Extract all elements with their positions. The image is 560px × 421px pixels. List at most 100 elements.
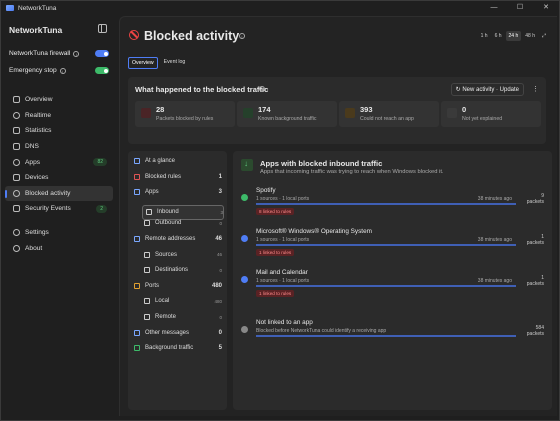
linked-rules-tag[interactable]: 1 linked to rules [256, 249, 295, 256]
sidebar-item-overview[interactable]: Overview [5, 92, 113, 108]
sidebar-item-settings[interactable]: Settings [5, 225, 113, 241]
category-count: 3 [220, 209, 223, 215]
range-6h[interactable]: 6 h [492, 31, 505, 41]
linked-rules-tag[interactable]: 1 linked to rules [256, 290, 295, 297]
nav-label: Statistics [25, 127, 52, 135]
linked-rules-tag[interactable]: 8 linked to rules [256, 208, 295, 215]
category-icon [144, 314, 150, 320]
estop-toggle[interactable] [95, 67, 109, 74]
category-list: At a glance Blocked rules 1 Apps 3 Inbound 3 Ou… [128, 151, 227, 410]
firewall-toggle[interactable] [95, 50, 109, 57]
firewall-row: NetworkTuna firewall i [9, 50, 109, 57]
packet-count: 1 packets [527, 275, 544, 287]
chart-icon [13, 127, 20, 135]
sidebar-item-blocked-activity[interactable]: Blocked activity [5, 185, 113, 202]
category-label: Inbound [157, 209, 179, 216]
category-item[interactable]: At a glance [134, 158, 222, 164]
range-48h[interactable]: 48 h [522, 31, 538, 41]
info-icon[interactable]: i [73, 50, 80, 57]
category-item[interactable]: Local 480 [144, 298, 222, 305]
app-name: Mail and Calendar [256, 269, 308, 276]
shield-icon [13, 205, 20, 213]
packet-count: 1 packets [527, 234, 544, 246]
app-row[interactable]: Not linked to an app Blocked before Netwo… [241, 317, 544, 357]
category-label: Remote [155, 314, 177, 320]
info-icon[interactable]: i [259, 86, 265, 92]
sidebar-item-security-events[interactable]: Security Events 2 [5, 201, 113, 217]
category-count: 46 [215, 236, 222, 242]
info-icon[interactable]: i [239, 33, 245, 39]
category-item[interactable]: Destinations 0 [144, 267, 222, 274]
category-label: Other messages [145, 329, 190, 336]
stat-label: Not yet explained [462, 116, 503, 122]
minimize-button[interactable]: — [481, 1, 507, 15]
summary-card: What happened to the blocked traffic i ↻… [128, 77, 546, 144]
category-count: 5 [218, 345, 222, 352]
stat-card: 174 Known background traffic [237, 101, 337, 127]
info-icon[interactable]: i [59, 67, 66, 74]
app-meta: 1 sources · 1 local ports [256, 237, 310, 243]
category-icon [134, 173, 140, 180]
tab-overview[interactable]: Overview [128, 57, 158, 69]
page-title: Blocked activity [144, 29, 240, 43]
sidebar-item-apps[interactable]: Apps 82 [5, 154, 113, 170]
category-item[interactable]: Inbound 3 [142, 204, 224, 220]
category-icon [144, 298, 150, 305]
app-time: 38 minutes ago [477, 196, 512, 202]
background-traffic-icon [243, 108, 253, 118]
sidebar-item-realtime[interactable]: Realtime [5, 108, 113, 124]
app-row[interactable]: Spotify 1 sources · 1 local ports 38 minut… [241, 185, 544, 225]
category-icon [144, 267, 150, 274]
category-label: Remote addresses [145, 236, 196, 242]
packet-bar [256, 203, 516, 205]
maximize-button[interactable]: ☐ [507, 1, 533, 15]
app-window: NetworkTuna — ☐ ✕ NetworkTuna NetworkTun… [0, 0, 560, 421]
sidebar-item-about[interactable]: About [5, 240, 113, 256]
category-icon [134, 282, 140, 289]
category-count: 1 [218, 173, 222, 180]
summary-title: What happened to the blocked traffic [135, 85, 269, 94]
sidebar-item-dns[interactable]: DNS [5, 139, 113, 155]
app-name: NetworkTuna [9, 25, 63, 35]
close-button[interactable]: ✕ [533, 1, 559, 15]
category-item[interactable]: Ports 480 [134, 282, 222, 289]
app-icon [241, 194, 248, 201]
expand-icon[interactable]: ⤢ [539, 31, 549, 41]
category-item[interactable]: Remote 0 [144, 314, 222, 320]
app-row[interactable]: Microsoft® Windows® Operating System 1 so… [241, 226, 544, 266]
stat-label: Could not reach an app [360, 116, 414, 122]
category-count: 480 [214, 298, 222, 304]
gear-icon [13, 229, 20, 237]
app-meta: 1 sources · 1 local ports [256, 196, 310, 202]
category-item[interactable]: Apps 3 [134, 189, 222, 196]
tab-event-log[interactable]: Event log [161, 57, 189, 69]
category-item[interactable]: Remote addresses 46 [134, 236, 222, 242]
app-row[interactable]: Mail and Calendar 1 sources · 1 local por… [241, 267, 544, 307]
category-count: 0 [219, 267, 222, 273]
packet-bar [256, 244, 516, 246]
apps-icon [13, 158, 20, 166]
more-icon[interactable]: ⋮ [532, 85, 539, 93]
category-item[interactable]: Other messages 0 [134, 329, 222, 336]
new-activity-button[interactable]: ↻ New activity · Update [450, 83, 524, 96]
app-icon [241, 235, 248, 242]
stat-card: 393 Could not reach an app [339, 101, 439, 127]
category-item[interactable]: Blocked rules 1 [134, 173, 222, 180]
category-count: 0 [218, 329, 222, 336]
blocked-rules-icon [141, 108, 151, 118]
download-icon [241, 159, 253, 171]
packet-unit: packets [526, 281, 544, 287]
nav-label: Settings [25, 229, 49, 237]
sidebar-item-statistics[interactable]: Statistics [5, 123, 113, 139]
category-item[interactable]: Outbound 0 [144, 220, 222, 227]
range-1h[interactable]: 1 h [478, 31, 491, 41]
category-icon [134, 345, 140, 352]
category-icon [146, 209, 152, 216]
category-label: Background traffic [145, 345, 194, 352]
sidebar-item-devices[interactable]: Devices [5, 170, 113, 186]
sidebar-toggle-icon[interactable] [98, 24, 107, 33]
category-item[interactable]: Sources 46 [144, 251, 222, 258]
category-item[interactable]: Background traffic 5 [134, 345, 222, 352]
stat-value: 174 [258, 105, 271, 114]
range-24h[interactable]: 24 h [505, 31, 522, 41]
